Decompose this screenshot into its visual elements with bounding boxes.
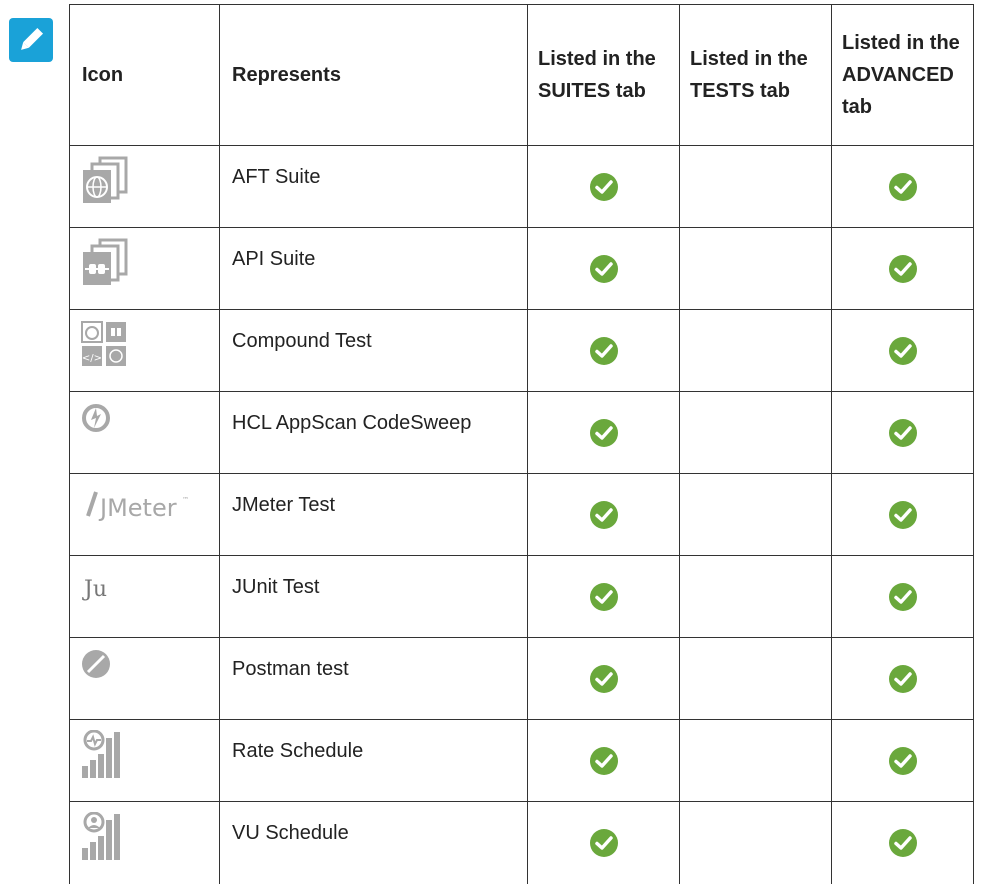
tests-tab-cell [679, 555, 832, 638]
represents-cell: API Suite [219, 227, 528, 310]
advanced-check-icon [888, 254, 917, 283]
jmeter-logo-text: JMeter [98, 494, 177, 522]
header-represents: Represents [219, 4, 528, 146]
suites-tab-cell [527, 555, 680, 638]
represents-cell: Compound Test [219, 309, 528, 392]
advanced-check-icon [888, 828, 917, 857]
advanced-check-icon [888, 418, 917, 447]
suites-check-icon [589, 746, 618, 775]
table-row: HCL AppScan CodeSweep [69, 391, 974, 474]
represents-cell: Rate Schedule [219, 719, 528, 802]
represents-cell: VU Schedule [219, 801, 528, 884]
suites-check-icon [589, 828, 618, 857]
tests-tab-cell [679, 227, 832, 310]
advanced-check-icon [888, 500, 917, 529]
suites-tab-cell [527, 719, 680, 802]
svg-text:™: ™ [182, 496, 189, 504]
compound-test-icon: </> [69, 309, 220, 392]
table-header-row: Icon Represents Listed in the SUITES tab… [69, 4, 974, 146]
table-row: Rate Schedule [69, 719, 974, 802]
advanced-tab-cell [831, 637, 974, 720]
suites-tab-cell [527, 391, 680, 474]
api-suite-icon [69, 227, 220, 310]
suites-check-icon [589, 582, 618, 611]
header-advanced-tab: Listed in the ADVANCED tab [831, 4, 974, 146]
aft-suite-icon [69, 145, 220, 228]
header-suites-tab: Listed in the SUITES tab [527, 4, 680, 146]
suites-check-icon [589, 418, 618, 447]
tests-tab-cell [679, 801, 832, 884]
advanced-check-icon [888, 664, 917, 693]
advanced-tab-cell [831, 309, 974, 392]
table-row: API Suite [69, 227, 974, 310]
represents-cell: JUnit Test [219, 555, 528, 638]
advanced-check-icon [888, 582, 917, 611]
jmeter-logo: JMeter ™ [69, 473, 220, 556]
tests-tab-cell [679, 309, 832, 392]
table-row: VU Schedule [69, 801, 974, 884]
tests-tab-cell [679, 391, 832, 474]
vu-schedule-icon [69, 801, 220, 884]
advanced-tab-cell [831, 145, 974, 228]
table-row: </> Compound Test [69, 309, 974, 392]
advanced-check-icon [888, 336, 917, 365]
suites-tab-cell [527, 801, 680, 884]
table-row: AFT Suite [69, 145, 974, 228]
advanced-tab-cell [831, 555, 974, 638]
suites-tab-cell [527, 309, 680, 392]
suites-check-icon [589, 336, 618, 365]
junit-icon: Ju [69, 555, 220, 638]
suites-check-icon [589, 664, 618, 693]
tests-tab-cell [679, 637, 832, 720]
tests-tab-cell [679, 719, 832, 802]
postman-icon [69, 637, 220, 720]
suites-check-icon [589, 172, 618, 201]
represents-cell: JMeter Test [219, 473, 528, 556]
icon-reference-table: Icon Represents Listed in the SUITES tab… [69, 4, 974, 884]
header-tests-tab: Listed in the TESTS tab [679, 4, 832, 146]
suites-tab-cell [527, 473, 680, 556]
table-row: Ju JUnit Test [69, 555, 974, 638]
table-row: JMeter ™ JMeter Test [69, 473, 974, 556]
represents-cell: Postman test [219, 637, 528, 720]
represents-cell: HCL AppScan CodeSweep [219, 391, 528, 474]
tests-tab-cell [679, 145, 832, 228]
svg-text:</>: </> [82, 353, 102, 364]
advanced-tab-cell [831, 391, 974, 474]
suites-tab-cell [527, 227, 680, 310]
suites-check-icon [589, 500, 618, 529]
represents-cell: AFT Suite [219, 145, 528, 228]
codesweep-icon [69, 391, 220, 474]
table-row: Postman test [69, 637, 974, 720]
advanced-tab-cell [831, 473, 974, 556]
advanced-tab-cell [831, 227, 974, 310]
tests-tab-cell [679, 473, 832, 556]
suites-tab-cell [527, 637, 680, 720]
note-pencil-icon [9, 18, 53, 62]
junit-icon-text: Ju [82, 577, 107, 602]
rate-schedule-icon [69, 719, 220, 802]
advanced-check-icon [888, 746, 917, 775]
header-icon: Icon [69, 4, 220, 146]
advanced-check-icon [888, 172, 917, 201]
advanced-tab-cell [831, 719, 974, 802]
suites-check-icon [589, 254, 618, 283]
advanced-tab-cell [831, 801, 974, 884]
suites-tab-cell [527, 145, 680, 228]
